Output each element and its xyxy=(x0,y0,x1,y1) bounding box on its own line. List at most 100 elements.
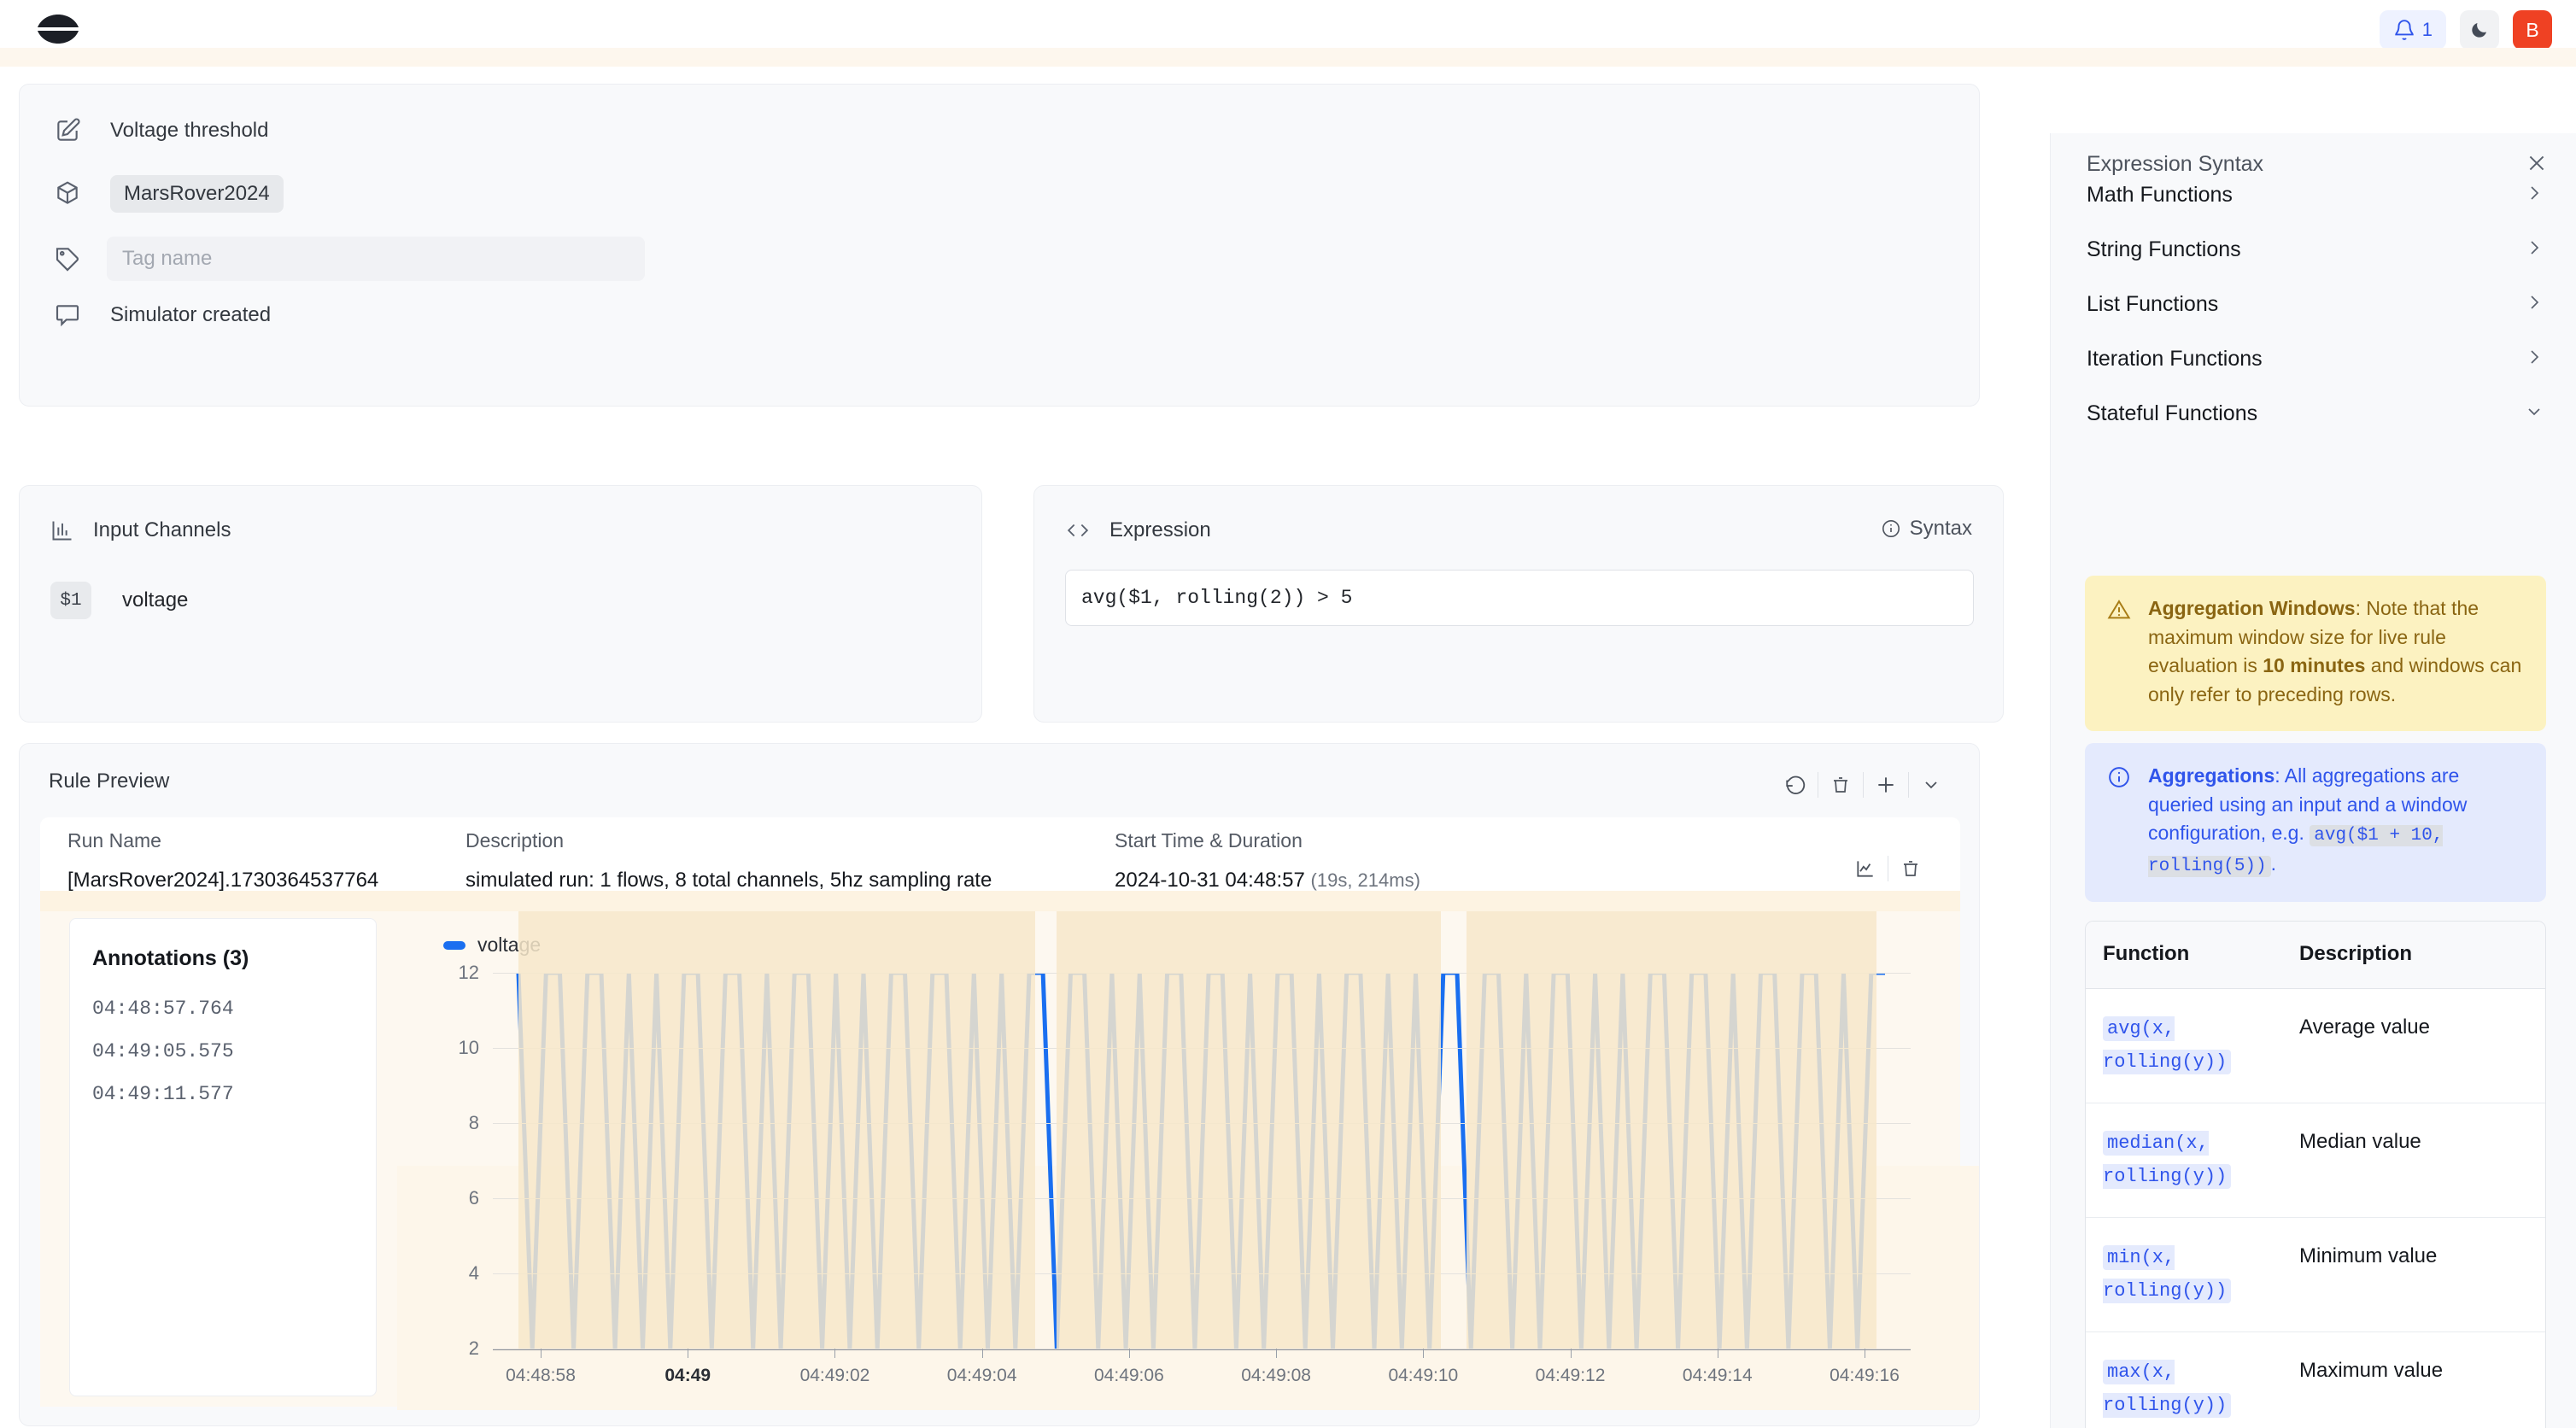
col-header-description: Description xyxy=(465,829,565,852)
input-channels-header: Input Channels xyxy=(50,518,231,542)
comment-icon xyxy=(50,298,85,332)
function-code: avg(x, rolling(y)) xyxy=(2103,1016,2232,1074)
sidebar-item-label: Iteration Functions xyxy=(2087,346,2263,371)
annotations-panel: Annotations (3) 04:48:57.764 04:49:05.57… xyxy=(69,918,377,1396)
chart-y-tick-label: 4 xyxy=(468,1262,479,1284)
chart-y-tick-label: 8 xyxy=(468,1112,479,1133)
input-channels-card: Input Channels $1 voltage xyxy=(19,485,982,723)
description-cell: Minimum value xyxy=(2299,1244,2438,1267)
chart-x-tick-label: 04:48:58 xyxy=(506,1366,576,1385)
sidebar-title: Expression Syntax xyxy=(2087,152,2264,176)
tag-input[interactable] xyxy=(107,237,645,281)
legend-swatch-voltage xyxy=(443,940,465,950)
chart-x-tick-mark xyxy=(1276,1349,1278,1358)
function-cell: median(x, rolling(y)) xyxy=(2086,1103,2299,1217)
annotation-item[interactable]: 04:48:57.764 xyxy=(92,998,234,1020)
rule-preview-toolbar xyxy=(1773,763,1953,807)
chart-highlight-band xyxy=(1057,911,1441,1349)
chevron-right-icon xyxy=(2524,183,2544,208)
rule-preview-card: Rule Preview Run Name [MarsRover2024].17… xyxy=(19,743,1980,1426)
description-row[interactable]: Simulator created xyxy=(50,298,271,332)
syntax-label: Syntax xyxy=(1909,517,1972,540)
chart-y-tick-label: 12 xyxy=(458,962,479,983)
table-row: median(x, rolling(y)) Median value xyxy=(2086,1103,2545,1218)
warning-triangle-icon xyxy=(2107,594,2131,709)
chart-x-tick-label: 04:49:06 xyxy=(1094,1366,1164,1385)
chevron-down-icon xyxy=(2524,401,2544,426)
asset-row[interactable]: MarsRover2024 xyxy=(50,175,284,213)
chart-x-tick-label: 04:49:02 xyxy=(799,1366,870,1385)
plus-icon[interactable] xyxy=(1864,763,1908,807)
trash-icon[interactable] xyxy=(1888,846,1933,891)
chevron-right-icon xyxy=(2524,237,2544,262)
description-cell: Average value xyxy=(2299,1015,2430,1039)
run-start-time-value: 2024-10-31 04:48:57 (19s, 214ms) xyxy=(1115,869,1420,892)
chart-x-tick-label: 04:49:12 xyxy=(1535,1366,1606,1385)
col-header-run-name: Run Name xyxy=(67,829,161,852)
chart-plot-area: 2 4 6 8 10 12 04:48:58 04:49 04:49:02 04:49:04 04:… xyxy=(397,911,1979,1410)
function-code: max(x, rolling(y)) xyxy=(2103,1360,2232,1418)
rule-preview-title: Rule Preview xyxy=(49,770,170,793)
chart-highlight-band xyxy=(518,911,1035,1349)
close-icon[interactable] xyxy=(2522,149,2551,178)
voltage-chart[interactable]: voltage 2 4 6 8 10 12 04:48:58 04:49 04:49:02 04:… xyxy=(397,911,1979,1410)
sidebar-item-iteration-functions[interactable]: Iteration Functions xyxy=(2087,338,2544,379)
cube-icon xyxy=(50,177,85,211)
page-body: Voltage threshold MarsRover2024 Tag name… xyxy=(0,67,2576,1428)
col-header-function: Function xyxy=(2103,942,2190,965)
rule-name: Voltage threshold xyxy=(110,119,269,142)
user-avatar[interactable]: B xyxy=(2513,10,2552,50)
chart-x-tick-mark xyxy=(981,1349,983,1358)
function-code: median(x, rolling(y)) xyxy=(2103,1131,2232,1189)
annotations-title: Annotations (3) xyxy=(92,946,249,970)
sidebar-item-label: List Functions xyxy=(2087,291,2219,316)
rule-meta-card: Voltage threshold MarsRover2024 Tag name… xyxy=(19,84,1980,407)
chart-x-tick-mark xyxy=(1423,1349,1425,1358)
sidebar-item-stateful-functions[interactable]: Stateful Functions xyxy=(2087,393,2544,434)
function-cell: min(x, rolling(y)) xyxy=(2086,1218,2299,1331)
sidebar-item-label: Math Functions xyxy=(2087,182,2233,207)
aggregation-windows-strong: Aggregation Windows xyxy=(2148,597,2356,619)
sidebar-item-label: String Functions xyxy=(2087,237,2241,261)
input-channel-item[interactable]: $1 voltage xyxy=(50,582,188,619)
undo-icon[interactable] xyxy=(1773,763,1818,807)
chart-x-tick-label: 04:49:08 xyxy=(1241,1366,1311,1385)
notifications-button[interactable]: 1 xyxy=(2379,10,2446,50)
chart-icon[interactable] xyxy=(1843,846,1888,891)
run-name-value: [MarsRover2024].1730364537764 xyxy=(67,869,379,892)
rule-name-row[interactable]: Voltage threshold xyxy=(50,114,268,148)
notification-count: 1 xyxy=(2421,19,2433,40)
run-row: Run Name [MarsRover2024].1730364537764 D… xyxy=(40,817,1960,892)
expression-syntax-sidebar: Expression Syntax Math Functions String … xyxy=(2050,133,2576,1428)
function-cell: max(x, rolling(y)) xyxy=(2086,1332,2299,1428)
run-description-value: simulated run: 1 flows, 8 total channels… xyxy=(465,869,992,892)
run-row-actions xyxy=(1843,846,1933,891)
sidebar-item-math-functions[interactable]: Math Functions xyxy=(2087,174,2544,215)
chart-x-tick-mark xyxy=(834,1349,836,1358)
sidebar-item-string-functions[interactable]: String Functions xyxy=(2087,229,2544,270)
app-logo[interactable] xyxy=(31,5,85,53)
sidebar-item-list-functions[interactable]: List Functions xyxy=(2087,284,2544,325)
input-channels-title: Input Channels xyxy=(93,518,231,541)
chart-x-tick-mark xyxy=(1570,1349,1572,1358)
expression-input[interactable] xyxy=(1065,570,1974,626)
chart-highlight-band xyxy=(1467,911,1876,1349)
aggregations-strong: Aggregations xyxy=(2148,764,2275,787)
trash-icon[interactable] xyxy=(1818,763,1863,807)
rule-description: Simulator created xyxy=(110,303,272,326)
description-cell: Median value xyxy=(2299,1130,2421,1153)
syntax-help-button[interactable]: Syntax xyxy=(1881,517,1972,541)
annotation-item[interactable]: 04:49:11.577 xyxy=(92,1083,234,1105)
chart-y-tick-label: 6 xyxy=(468,1187,479,1209)
theme-toggle-button[interactable] xyxy=(2460,10,2499,50)
annotation-item[interactable]: 04:49:05.575 xyxy=(92,1040,234,1062)
chart-x-tick-label: 04:49:04 xyxy=(946,1366,1017,1385)
description-cell: Maximum value xyxy=(2299,1359,2444,1382)
tag-row[interactable] xyxy=(50,237,645,281)
app-root: 1 B Voltage threshold MarsRover2024 Tag … xyxy=(0,0,2576,1428)
edit-icon xyxy=(50,114,85,148)
tag-icon xyxy=(50,242,85,276)
asset-chip[interactable]: MarsRover2024 xyxy=(110,175,284,213)
chevron-down-icon[interactable] xyxy=(1909,763,1953,807)
aggregation-windows-strong-2: 10 minutes xyxy=(2263,654,2366,677)
